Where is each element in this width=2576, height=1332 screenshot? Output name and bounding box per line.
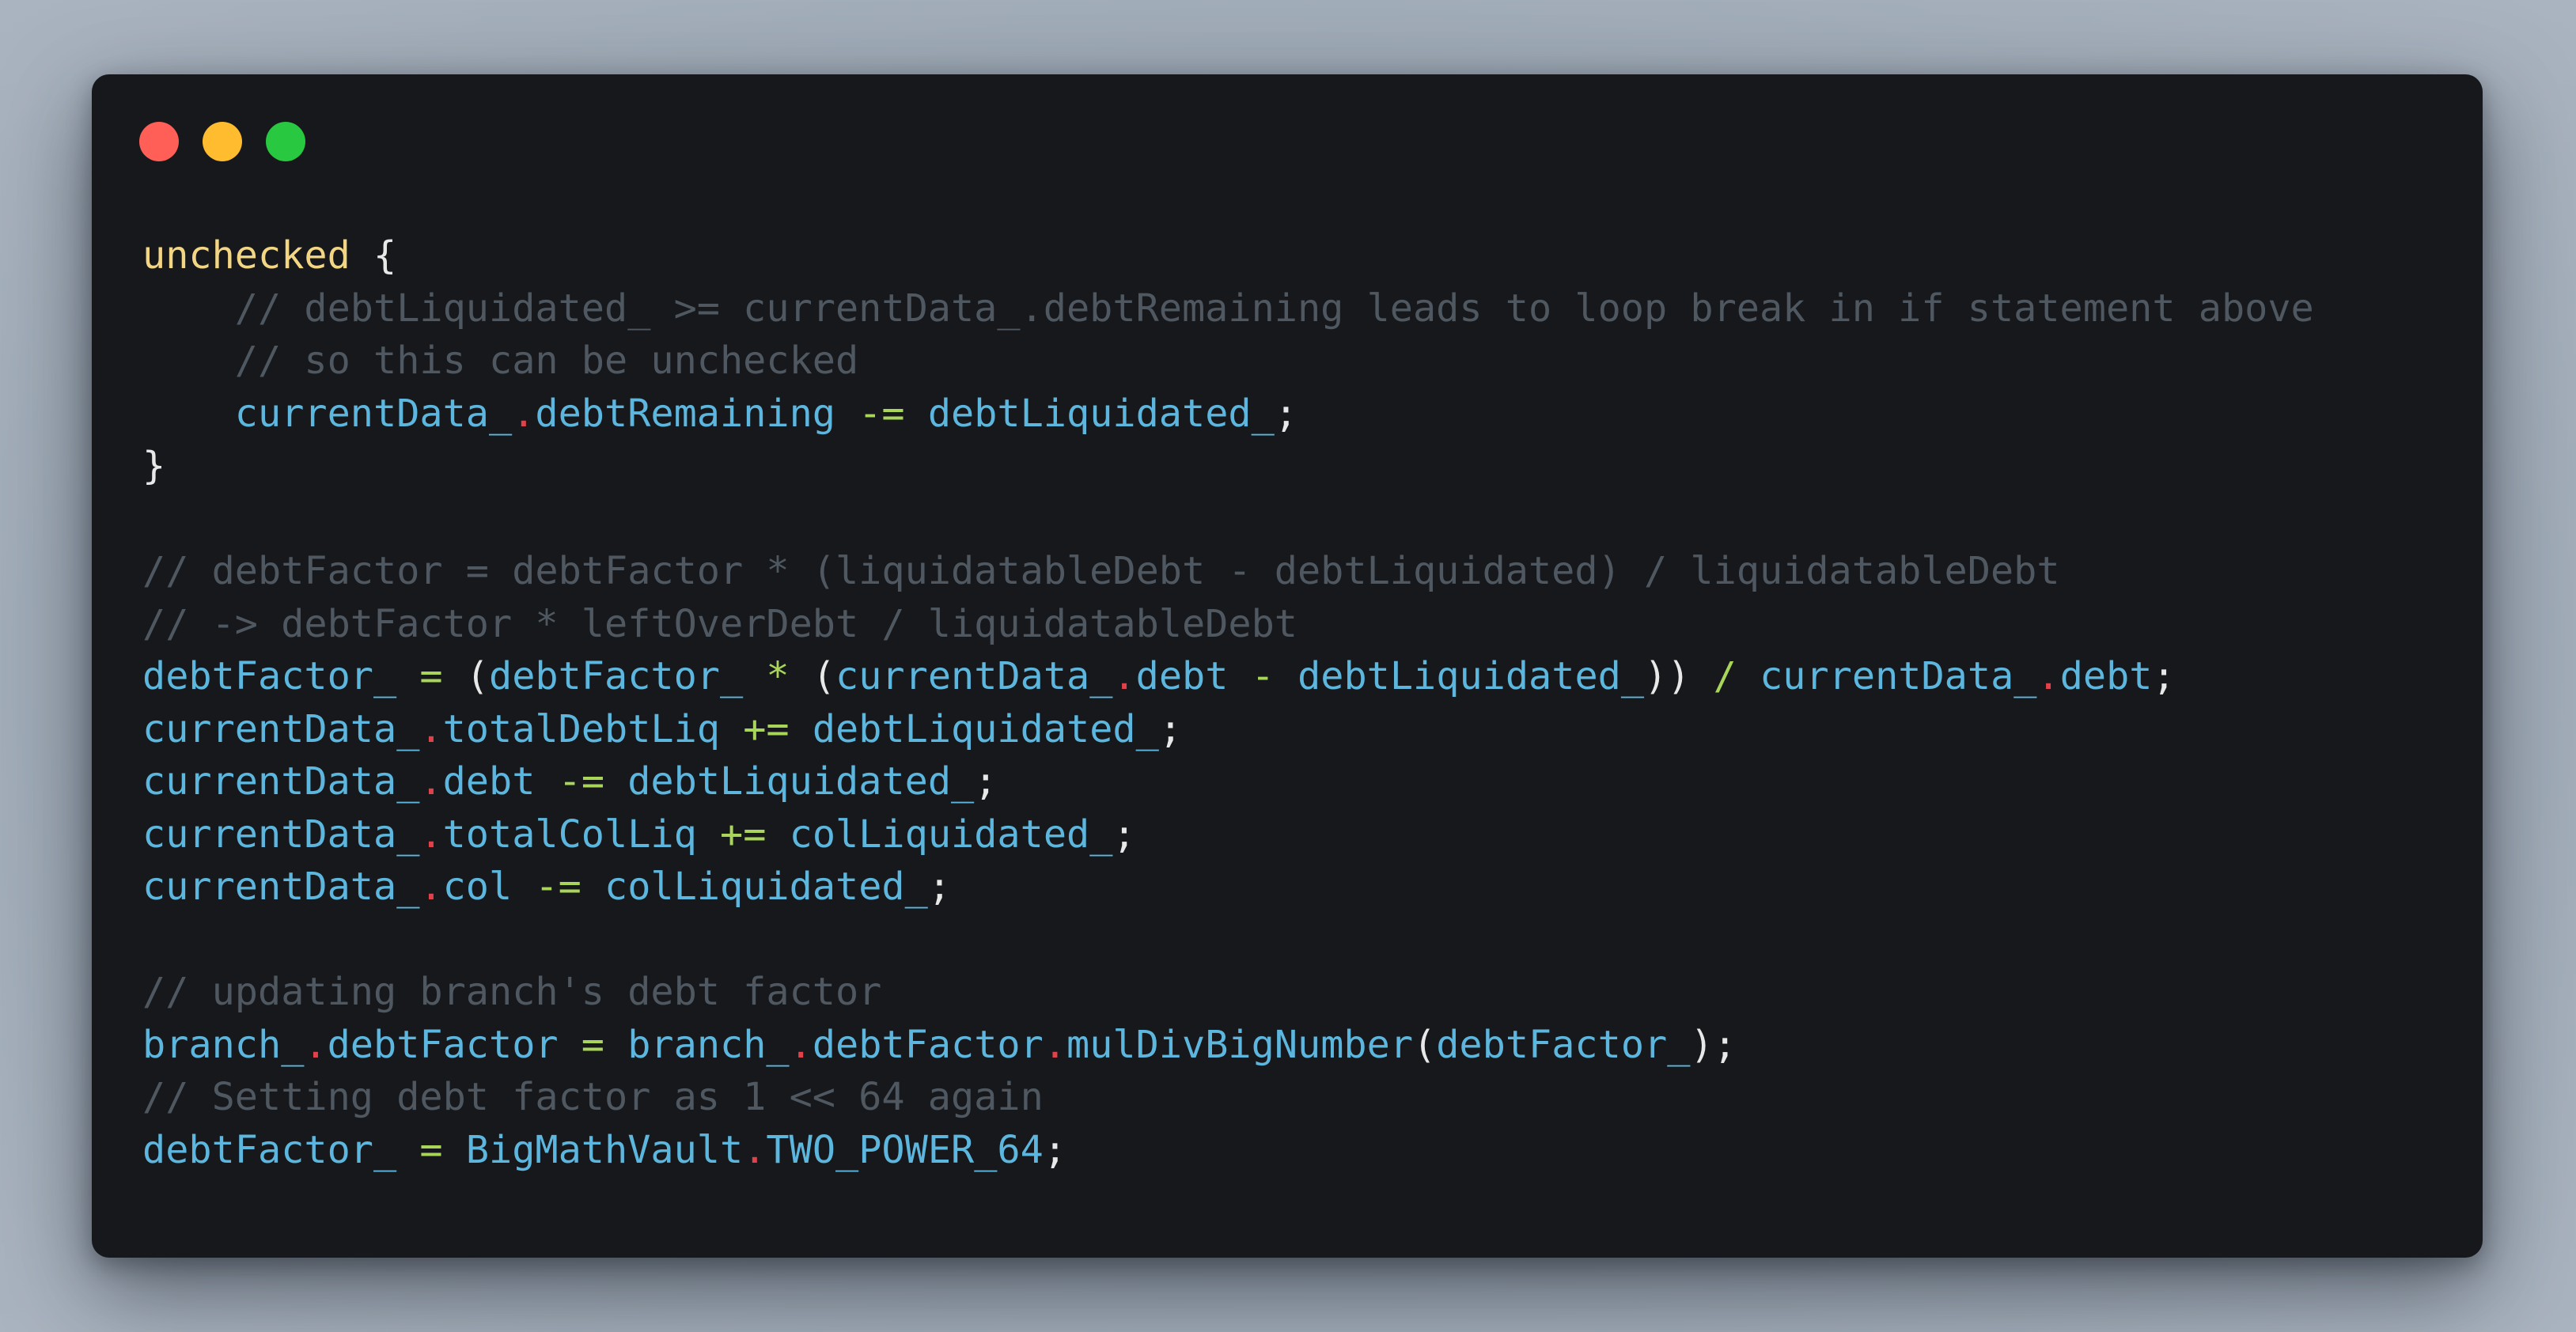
code-token: . <box>1043 1022 1067 1067</box>
code-token: . <box>2036 654 2060 698</box>
code-token: // so this can be unchecked <box>142 339 859 383</box>
code-token: debt <box>442 759 536 804</box>
code-token: currentData_ <box>1760 654 2037 698</box>
code-token: . <box>789 1022 813 1067</box>
code-token: BigMathVault <box>465 1127 744 1172</box>
code-token: debt <box>1135 654 1229 698</box>
code-token: ; <box>1043 1127 1067 1172</box>
code-token: += <box>696 812 790 857</box>
code-token: // -> debtFactor * leftOverDebt / liquid… <box>142 601 1297 646</box>
code-token: debtFactor_ <box>142 654 397 698</box>
code-token: debtFactor_ <box>489 654 744 698</box>
code-line: branch_.debtFactor = branch_.debtFactor.… <box>142 1019 2314 1072</box>
code-token: ); <box>1690 1022 1737 1067</box>
code-token: . <box>743 1127 767 1172</box>
code-line: debtFactor_ = (debtFactor_ * (currentDat… <box>142 650 2314 703</box>
code-token: debtLiquidated_ <box>1297 654 1645 698</box>
code-line: } <box>142 440 2314 493</box>
code-token: . <box>419 706 443 751</box>
code-token: ( <box>1413 1022 1437 1067</box>
code-token: debtLiquidated_ <box>927 391 1275 436</box>
code-token: ( <box>465 654 490 698</box>
code-line: // debtFactor = debtFactor * (liquidatab… <box>142 545 2314 598</box>
code-token: -= <box>835 391 928 436</box>
code-line: debtFactor_ = BigMathVault.TWO_POWER_64; <box>142 1124 2314 1177</box>
code-token: colLiquidated_ <box>789 812 1113 857</box>
code-line: currentData_.totalDebtLiq += debtLiquida… <box>142 703 2314 756</box>
minimize-dot-icon[interactable] <box>203 122 242 161</box>
window-controls <box>139 122 305 161</box>
code-token: . <box>1112 654 1136 698</box>
code-token: -= <box>535 759 628 804</box>
code-line: currentData_.totalColLiq += colLiquidate… <box>142 808 2314 861</box>
code-token: currentData_ <box>142 865 420 909</box>
code-line: // updating branch's debt factor <box>142 966 2314 1019</box>
code-token: debtLiquidated_ <box>627 759 975 804</box>
code-token: branch_ <box>627 1022 790 1067</box>
code-token: . <box>512 391 536 436</box>
code-token: debtRemaining <box>535 391 835 436</box>
code-token: currentData_ <box>142 391 513 436</box>
maximize-dot-icon[interactable] <box>266 122 305 161</box>
code-token: // debtLiquidated_ >= currentData_.debtR… <box>142 286 2314 331</box>
code-token: currentData_ <box>835 654 1113 698</box>
code-token: totalDebtLiq <box>442 706 721 751</box>
code-token: / <box>1690 654 1760 698</box>
code-line: currentData_.col -= colLiquidated_; <box>142 861 2314 914</box>
code-token: unchecked <box>142 233 350 278</box>
close-dot-icon[interactable] <box>139 122 179 161</box>
code-line: // so this can be unchecked <box>142 335 2314 388</box>
code-token: currentData_ <box>142 812 420 857</box>
code-token: = <box>396 1127 466 1172</box>
code-token: debtFactor_ <box>1436 1022 1691 1067</box>
code-line: currentData_.debtRemaining -= debtLiquid… <box>142 388 2314 441</box>
code-token: col <box>442 865 513 909</box>
code-token: colLiquidated_ <box>604 865 928 909</box>
code-token: mulDivBigNumber <box>1066 1022 1414 1067</box>
code-block: unchecked { // debtLiquidated_ >= curren… <box>142 229 2314 1176</box>
code-token: // Setting debt factor as 1 << 64 again <box>142 1075 1044 1119</box>
code-token: ; <box>1112 812 1136 857</box>
code-token: // debtFactor = debtFactor * (liquidatab… <box>142 549 2060 593</box>
code-token: currentData_ <box>142 759 420 804</box>
code-token: )) <box>1644 654 1691 698</box>
code-token: ; <box>1274 391 1298 436</box>
code-token: = <box>558 1022 628 1067</box>
code-token: debtFactor <box>327 1022 559 1067</box>
code-window: unchecked { // debtLiquidated_ >= curren… <box>92 74 2483 1258</box>
code-token: debtFactor_ <box>142 1127 397 1172</box>
code-token: // updating branch's debt factor <box>142 970 882 1014</box>
code-token: totalColLiq <box>442 812 697 857</box>
code-line: // debtLiquidated_ >= currentData_.debtR… <box>142 282 2314 335</box>
code-line: currentData_.debt -= debtLiquidated_; <box>142 755 2314 808</box>
code-token: } <box>142 444 166 488</box>
code-token: debt <box>2059 654 2153 698</box>
code-line: // -> debtFactor * leftOverDebt / liquid… <box>142 598 2314 651</box>
code-token: . <box>419 759 443 804</box>
code-token: ; <box>927 865 952 909</box>
code-line: unchecked { <box>142 229 2314 282</box>
code-token: ; <box>2152 654 2176 698</box>
code-token: ( <box>812 654 836 698</box>
code-token: currentData_ <box>142 706 420 751</box>
code-token: . <box>304 1022 328 1067</box>
code-token: - <box>1228 654 1298 698</box>
code-token: { <box>350 233 397 278</box>
code-line: // Setting debt factor as 1 << 64 again <box>142 1071 2314 1124</box>
code-token: debtLiquidated_ <box>812 706 1159 751</box>
code-token: -= <box>512 865 605 909</box>
code-token: ; <box>974 759 998 804</box>
code-token: += <box>720 706 813 751</box>
code-token: . <box>419 812 443 857</box>
code-token: = <box>396 654 466 698</box>
code-token: ; <box>1158 706 1183 751</box>
code-token: . <box>419 865 443 909</box>
code-token: * <box>743 654 813 698</box>
code-token: debtFactor <box>812 1022 1044 1067</box>
code-token: TWO_POWER_64 <box>766 1127 1044 1172</box>
code-token: branch_ <box>142 1022 305 1067</box>
